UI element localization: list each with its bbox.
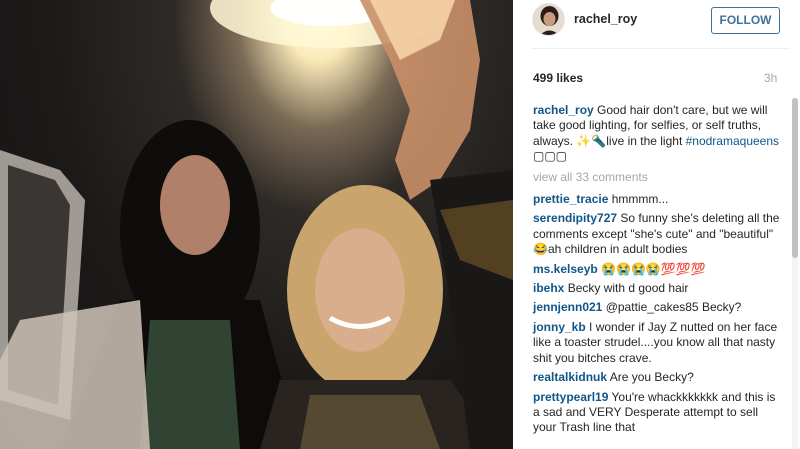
comment-username[interactable]: prettie_tracie bbox=[533, 192, 608, 206]
avatar[interactable] bbox=[532, 3, 565, 36]
comment-text: hmmmm... bbox=[611, 192, 669, 207]
post-side-panel: rachel_roy FOLLOW 499 likes 3h rachel_ro… bbox=[513, 0, 800, 449]
comments-scrollbar[interactable] bbox=[792, 98, 798, 449]
likes-count[interactable]: 499 likes bbox=[533, 71, 583, 85]
caption: rachel_roy Good hair don't care, but we … bbox=[533, 103, 783, 165]
comment-username[interactable]: jonny_kb bbox=[533, 320, 586, 334]
post-timestamp: 3h bbox=[764, 71, 778, 85]
comment-username[interactable]: serendipity727 bbox=[533, 211, 617, 225]
comment: prettie_tracie hmmmm... bbox=[533, 192, 783, 207]
comment-username[interactable]: realtalkidnuk bbox=[533, 370, 607, 384]
comment-text: Becky with d good hair bbox=[567, 281, 689, 296]
comments-list: rachel_roy Good hair don't care, but we … bbox=[533, 103, 783, 440]
comment: realtalkidnuk Are you Becky? bbox=[533, 370, 783, 385]
caption-hashtag[interactable]: #nodramaqueens bbox=[686, 134, 779, 148]
comment: ibehx Becky with d good hair bbox=[533, 281, 783, 296]
comment-text: 😭😭😭😭💯💯💯 bbox=[601, 261, 706, 276]
view-all-comments-link[interactable]: view all 33 comments bbox=[533, 170, 783, 185]
comment: prettypearl19 You're whackkkkkkk and thi… bbox=[533, 390, 783, 436]
comment-username[interactable]: prettypearl19 bbox=[533, 390, 608, 404]
caption-trail: ▢▢▢ bbox=[533, 149, 568, 164]
caption-username[interactable]: rachel_roy bbox=[533, 103, 594, 117]
comment: jennjenn021 @pattie_cakes85 Becky? bbox=[533, 300, 783, 315]
avatar-image bbox=[533, 4, 564, 35]
comment-username[interactable]: ibehx bbox=[533, 281, 564, 295]
header-divider bbox=[532, 48, 790, 49]
header-username[interactable]: rachel_roy bbox=[574, 12, 637, 26]
comment: ms.kelseyb 😭😭😭😭💯💯💯 bbox=[533, 262, 783, 277]
comment-username[interactable]: jennjenn021 bbox=[533, 300, 602, 314]
comment: serendipity727 So funny she's deleting a… bbox=[533, 211, 783, 257]
comment-text: @pattie_cakes85 Becky? bbox=[605, 300, 742, 315]
comment-username[interactable]: ms.kelseyb bbox=[533, 262, 598, 276]
scrollbar-thumb[interactable] bbox=[792, 98, 798, 258]
post-photo bbox=[0, 0, 513, 449]
photo-illustration bbox=[0, 0, 513, 449]
comment: jonny_kb I wonder if Jay Z nutted on her… bbox=[533, 320, 783, 366]
comment-text: Are you Becky? bbox=[609, 370, 694, 385]
follow-button[interactable]: FOLLOW bbox=[711, 7, 780, 34]
post-header: rachel_roy FOLLOW bbox=[513, 0, 800, 44]
